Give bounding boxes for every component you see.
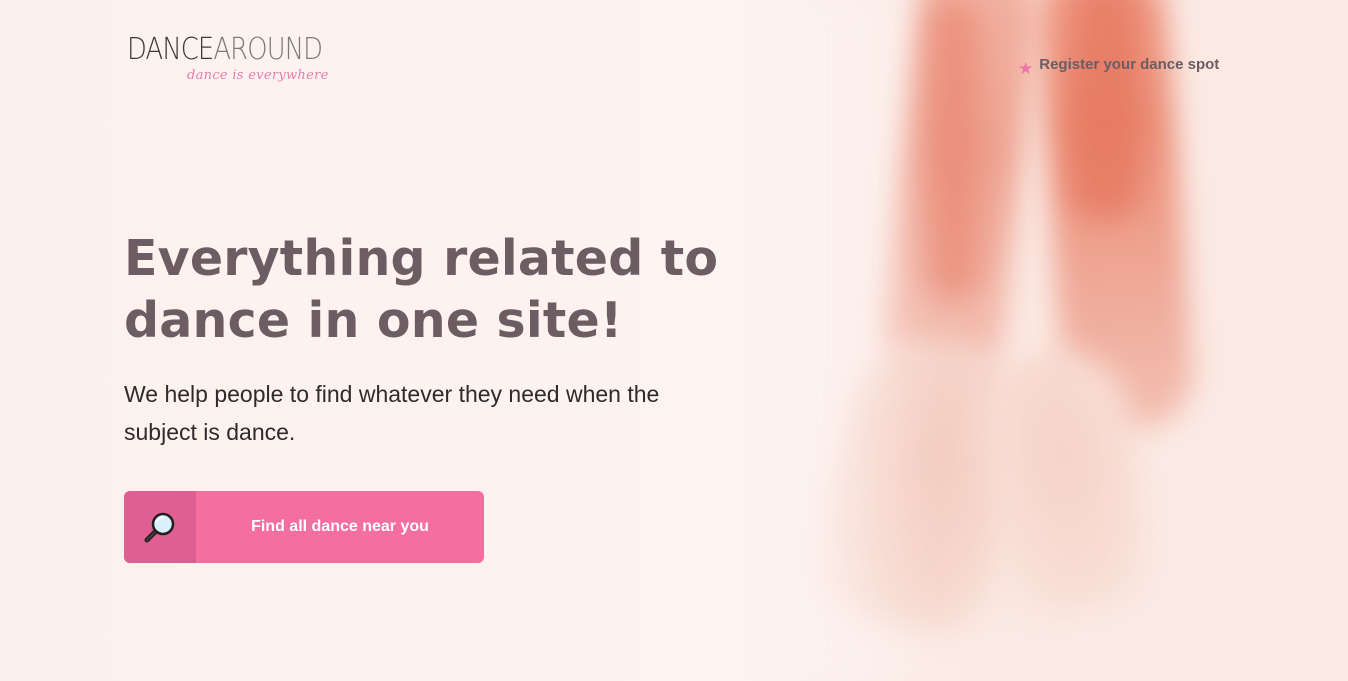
logo-word-dance: DANCE [127,32,214,67]
hero-subtext: We help people to find whatever they nee… [124,381,660,445]
logo-tagline: dance is everywhere [187,68,329,83]
logo-wordmark: DANCEAROUND [127,32,323,67]
cta-label: Find all dance near you [251,518,429,535]
register-link-label: Register your dance spot [1039,56,1220,73]
site-logo[interactable]: DANCEAROUND dance is everywhere [127,34,337,98]
register-dance-spot-link[interactable]: ★ Register your dance spot [1018,52,1219,77]
landing-page: DANCEAROUND dance is everywhere ★ Regist… [0,0,1348,681]
ballet-legs-image [760,0,1348,681]
find-dance-near-you-button[interactable]: Find all dance near you [124,491,484,563]
hero-headline: Everything related to dance in one site! [124,230,719,349]
logo-word-around: AROUND [213,32,323,67]
cta-icon-container [124,491,196,563]
star-icon: ★ [1018,59,1034,78]
magnifier-icon [144,512,175,543]
